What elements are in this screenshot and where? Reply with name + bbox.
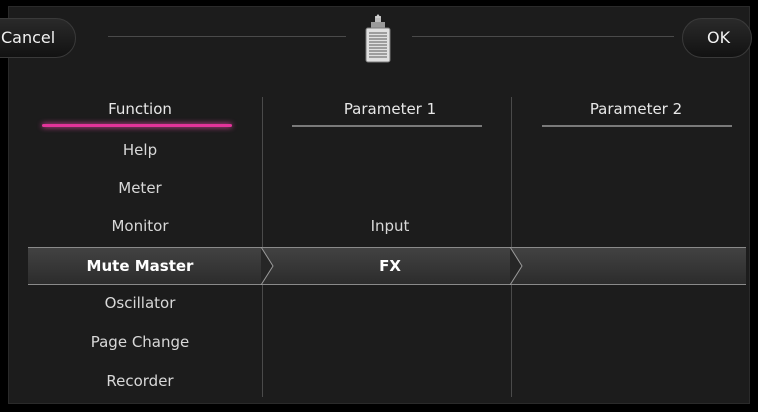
function-item-recorder[interactable]: Recorder xyxy=(30,365,250,397)
parameter1-column-underline xyxy=(292,125,482,127)
function-item-help[interactable]: Help xyxy=(30,134,250,166)
chevron-right-icon xyxy=(260,247,274,285)
column-header-parameter2[interactable]: Parameter 2 xyxy=(530,94,742,124)
top-divider-right xyxy=(412,36,674,37)
function-column-active-indicator xyxy=(42,124,232,127)
top-divider-left xyxy=(108,36,346,37)
ok-button[interactable]: OK xyxy=(682,18,752,58)
function-item-monitor[interactable]: Monitor xyxy=(30,210,250,242)
function-item-oscillator[interactable]: Oscillator xyxy=(30,287,250,319)
function-item-meter[interactable]: Meter xyxy=(30,172,250,204)
function-item-page-change[interactable]: Page Change xyxy=(30,326,250,358)
column-header-parameter1[interactable]: Parameter 1 xyxy=(280,94,500,124)
cancel-button[interactable]: Cancel xyxy=(0,18,76,58)
footswitch-pedal-icon xyxy=(362,14,394,64)
screen: Cancel OK Function Parameter 1 Parameter… xyxy=(0,0,758,412)
parameter1-item-input[interactable]: Input xyxy=(280,210,500,242)
function-item-selected[interactable]: Mute Master xyxy=(30,247,250,285)
chevron-right-icon xyxy=(509,247,523,285)
parameter1-item-selected[interactable]: FX xyxy=(280,247,500,285)
column-header-function[interactable]: Function xyxy=(30,94,250,124)
parameter2-column-underline xyxy=(542,125,732,127)
